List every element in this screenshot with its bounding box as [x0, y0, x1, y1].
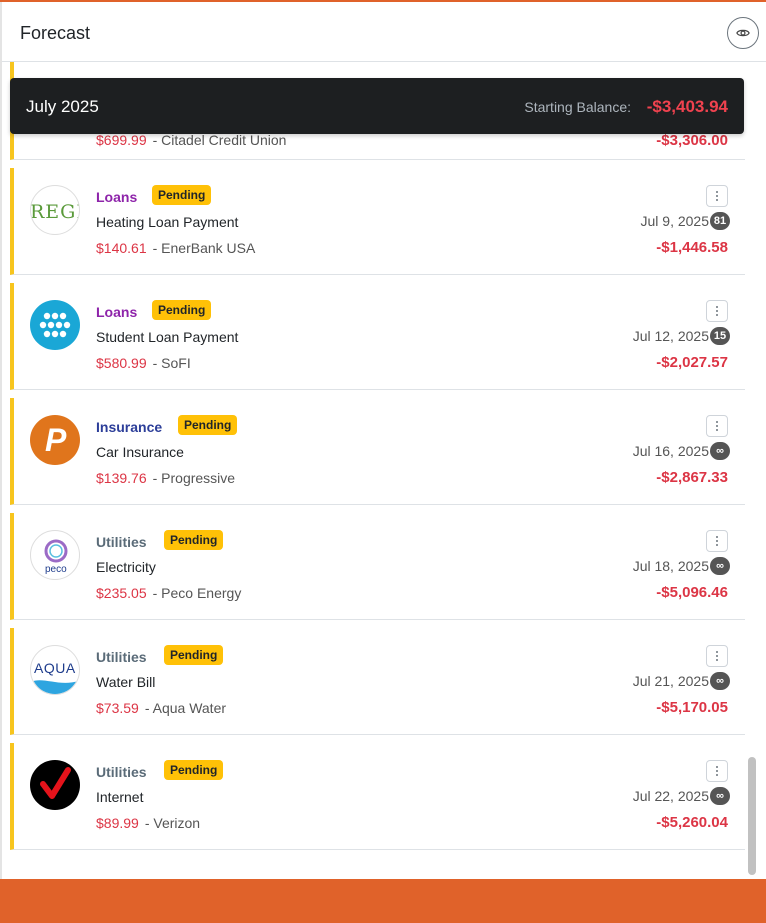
- category-label: Utilities: [96, 649, 147, 665]
- transaction-name: Water Bill: [96, 674, 156, 690]
- category-label: Insurance: [96, 419, 163, 435]
- running-balance: -$3,306.00: [656, 132, 728, 149]
- payee-name: - Aqua Water: [144, 700, 227, 716]
- due-date: Jul 21, 2025: [632, 673, 709, 689]
- status-badge: Pending: [164, 530, 224, 550]
- due-date: Jul 12, 2025: [632, 328, 709, 344]
- forecast-list[interactable]: $699.99 - Citadel Credit Union -$3,306.00…: [10, 62, 745, 879]
- card-header: Forecast: [2, 2, 766, 62]
- category-label: Loans: [96, 304, 138, 320]
- transaction-name: Electricity: [96, 559, 156, 575]
- eye-icon: [736, 29, 750, 37]
- remaining-count-badge: ∞: [710, 672, 730, 690]
- due-date: Jul 22, 2025: [632, 788, 709, 804]
- starting-balance-label: Starting Balance:: [524, 99, 631, 115]
- list-item[interactable]: P Insurance Pending Car Insurance $139.7…: [10, 398, 745, 505]
- status-badge: Pending: [164, 645, 224, 665]
- category-label: Utilities: [96, 764, 147, 780]
- list-item[interactable]: Loans Pending Student Loan Payment $580.…: [10, 283, 745, 390]
- peco-logo: peco: [30, 530, 80, 580]
- status-badge: Pending: [152, 300, 212, 320]
- transaction-amount: $235.05: [96, 585, 147, 601]
- checkmark-icon: [40, 767, 71, 799]
- kebab-menu-icon: [716, 421, 718, 431]
- forecast-panel: Forecast $699.99 - Citadel Credit Union -…: [0, 0, 766, 923]
- due-date: Jul 9, 2025: [640, 213, 710, 229]
- transaction-name: Internet: [96, 789, 144, 805]
- kebab-menu-icon: [716, 651, 718, 661]
- remaining-count-badge: ∞: [710, 557, 730, 575]
- regions-logo: REGI: [30, 185, 80, 235]
- status-badge: Pending: [178, 415, 238, 435]
- running-balance: -$2,867.33: [656, 469, 728, 486]
- month-header: July 2025 Starting Balance: -$3,403.94: [10, 78, 744, 134]
- payee-name: - Citadel Credit Union: [152, 132, 287, 148]
- running-balance: -$1,446.58: [656, 239, 728, 256]
- payee-name: - Progressive: [152, 470, 236, 486]
- transaction-name: Student Loan Payment: [96, 329, 239, 345]
- list-item[interactable]: peco Utilities Pending Electricity $235.…: [10, 513, 745, 620]
- list-item[interactable]: Utilities Pending Internet $89.99 - Veriz…: [10, 743, 745, 850]
- payee-name: - Verizon: [144, 815, 201, 831]
- remaining-count-badge: ∞: [710, 442, 730, 460]
- list-item[interactable]: AQUA Utilities Pending Water Bill $73.59…: [10, 628, 745, 735]
- more-options-button[interactable]: [706, 645, 728, 667]
- running-balance: -$5,260.04: [656, 814, 728, 831]
- category-label: Loans: [96, 189, 138, 205]
- running-balance: -$2,027.57: [656, 354, 728, 371]
- kebab-menu-icon: [716, 306, 718, 316]
- transaction-name: Heating Loan Payment: [96, 214, 239, 230]
- kebab-menu-icon: [716, 536, 718, 546]
- transaction-amount: $139.76: [96, 470, 147, 486]
- transaction-amount: $140.61: [96, 240, 147, 256]
- running-balance: -$5,170.05: [656, 699, 728, 716]
- transaction-amount: $73.59: [96, 700, 139, 716]
- remaining-count-badge: ∞: [710, 787, 730, 805]
- progressive-logo: P: [30, 415, 80, 465]
- transaction-amount: $580.99: [96, 355, 147, 371]
- transaction-amount: $89.99: [96, 815, 139, 831]
- water-wave-icon: [31, 680, 79, 694]
- transaction-amount: $699.99: [96, 132, 147, 148]
- starting-balance-value: -$3,403.94: [646, 97, 728, 116]
- due-date: Jul 16, 2025: [632, 443, 709, 459]
- more-options-button[interactable]: [706, 760, 728, 782]
- month-label: July 2025: [26, 97, 99, 116]
- more-options-button[interactable]: [706, 300, 728, 322]
- status-badge: Pending: [164, 760, 224, 780]
- aqua-logo: AQUA: [30, 645, 80, 695]
- vertical-scrollbar[interactable]: [748, 757, 756, 875]
- running-balance: -$5,096.46: [656, 584, 728, 601]
- payee-name: - Peco Energy: [152, 585, 242, 601]
- transaction-name: Car Insurance: [96, 444, 184, 460]
- verizon-logo: [30, 760, 80, 810]
- panel-left-border: [0, 2, 2, 879]
- kebab-menu-icon: [716, 191, 718, 201]
- remaining-count-badge: 15: [710, 327, 730, 345]
- page-title: Forecast: [20, 23, 91, 43]
- remaining-count-badge: 81: [710, 212, 730, 230]
- more-options-button[interactable]: [706, 415, 728, 437]
- sofi-logo: [30, 300, 80, 350]
- list-item[interactable]: REGI Loans Pending Heating Loan Payment …: [10, 168, 745, 275]
- bottom-accent-bar: [0, 879, 766, 923]
- sofi-icon: [39, 312, 71, 338]
- kebab-menu-icon: [716, 766, 718, 776]
- status-badge: Pending: [152, 185, 212, 205]
- more-options-button[interactable]: [706, 185, 728, 207]
- due-date: Jul 18, 2025: [632, 558, 709, 574]
- category-label: Utilities: [96, 534, 147, 550]
- payee-name: - EnerBank USA: [152, 240, 256, 256]
- more-options-button[interactable]: [706, 530, 728, 552]
- toggle-visibility-button[interactable]: [727, 17, 759, 49]
- payee-name: - SoFI: [152, 355, 191, 371]
